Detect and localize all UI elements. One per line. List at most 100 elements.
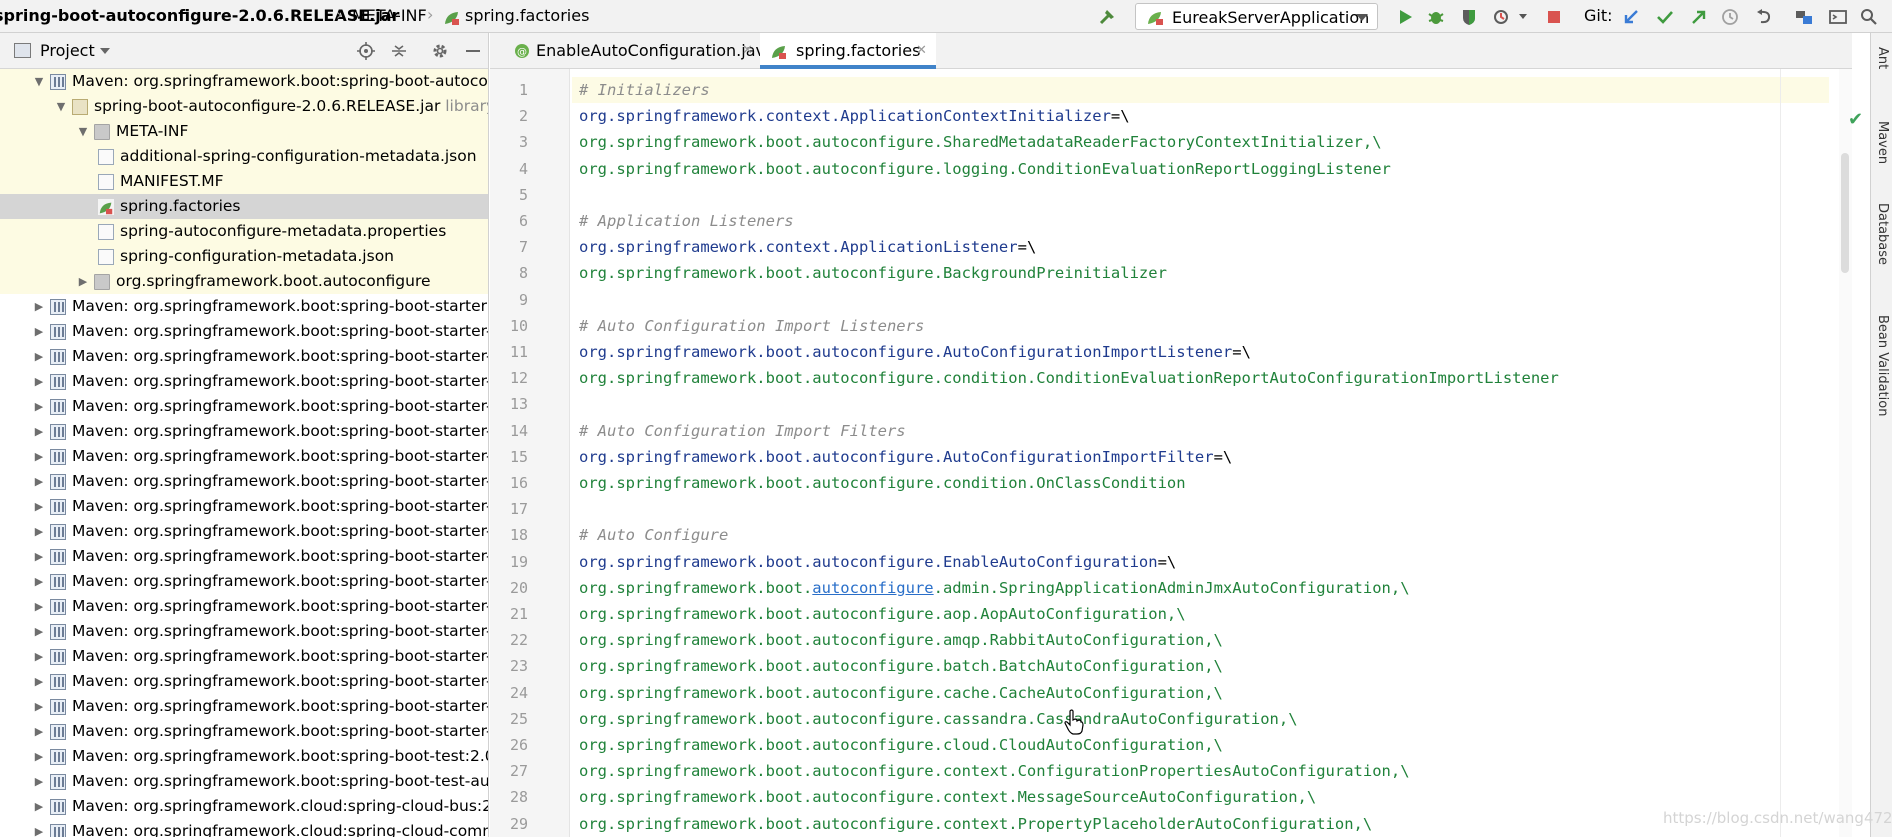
code-line[interactable]: # Initializers — [572, 77, 1829, 103]
tree-item[interactable]: ▶ Maven: org.springframework.cloud:spring… — [0, 819, 488, 837]
code-line[interactable]: org.springframework.boot.autoconfigure.E… — [579, 549, 1176, 575]
tree-item[interactable]: ▶ Maven: org.springframework.boot:spring-… — [0, 644, 488, 669]
git-update-icon[interactable] — [1622, 8, 1640, 26]
git-push-icon[interactable] — [1690, 8, 1708, 26]
collapsed-chevron-icon[interactable]: ▶ — [32, 644, 46, 669]
history-icon[interactable] — [1721, 8, 1739, 26]
code-line[interactable]: org.springframework.boot.autoconfigure.a… — [579, 601, 1186, 627]
code-line[interactable]: org.springframework.boot.autoconfigure.c… — [579, 470, 1186, 496]
breadcrumb-file[interactable]: spring.factories — [465, 6, 589, 25]
tool-tab-maven[interactable]: Maven — [1871, 121, 1892, 164]
build-hammer-icon[interactable] — [1098, 8, 1116, 26]
run-icon[interactable] — [1396, 8, 1414, 26]
collapsed-chevron-icon[interactable]: ▶ — [76, 269, 90, 294]
tree-item[interactable]: ▶ Maven: org.springframework.boot:spring-… — [0, 319, 488, 344]
collapsed-chevron-icon[interactable]: ▶ — [32, 569, 46, 594]
git-commit-icon[interactable] — [1656, 8, 1674, 26]
chevron-down-icon[interactable] — [1518, 13, 1528, 21]
collapsed-chevron-icon[interactable]: ▶ — [32, 444, 46, 469]
tree-item[interactable]: spring-autoconfigure-metadata.properties — [0, 219, 488, 244]
tree-item[interactable]: ▶ org.springframework.boot.autoconfigure — [0, 269, 488, 294]
tree-item[interactable]: ▶ Maven: org.springframework.boot:spring-… — [0, 544, 488, 569]
hide-panel-icon[interactable] — [464, 42, 482, 60]
project-view-selector[interactable]: Project — [40, 41, 95, 60]
debug-icon[interactable] — [1427, 8, 1445, 26]
profile-icon[interactable] — [1493, 8, 1511, 26]
code-line[interactable]: org.springframework.boot.autoconfigure.c… — [579, 732, 1223, 758]
expanded-chevron-icon[interactable]: ▼ — [32, 69, 46, 94]
tree-item[interactable]: ▶ Maven: org.springframework.boot:spring-… — [0, 594, 488, 619]
tree-item[interactable]: ▶ Maven: org.springframework.boot:spring-… — [0, 694, 488, 719]
rollback-icon[interactable] — [1755, 8, 1773, 26]
tree-item[interactable]: ▶ Maven: org.springframework.boot:spring-… — [0, 569, 488, 594]
collapsed-chevron-icon[interactable]: ▶ — [32, 819, 46, 837]
collapsed-chevron-icon[interactable]: ▶ — [32, 669, 46, 694]
code-line[interactable]: org.springframework.boot.autoconfigure.c… — [579, 706, 1298, 732]
tree-item[interactable]: ▶ Maven: org.springframework.boot:spring-… — [0, 769, 488, 794]
close-icon[interactable]: ✕ — [742, 33, 753, 69]
tree-item[interactable]: ▶ Maven: org.springframework.boot:spring-… — [0, 419, 488, 444]
search-everywhere-icon[interactable] — [1860, 8, 1878, 26]
code-line[interactable]: org.springframework.boot.autoconfigure.B… — [579, 260, 1167, 286]
tree-item[interactable]: ▶ Maven: org.springframework.cloud:spring… — [0, 794, 488, 819]
tree-item[interactable]: ▶ Maven: org.springframework.boot:spring-… — [0, 519, 488, 544]
coverage-icon[interactable] — [1460, 8, 1478, 26]
project-structure-icon[interactable] — [1795, 8, 1813, 26]
collapsed-chevron-icon[interactable]: ▶ — [32, 769, 46, 794]
tree-item[interactable]: MANIFEST.MF — [0, 169, 488, 194]
chevron-down-icon[interactable] — [99, 47, 111, 56]
code-line[interactable]: org.springframework.boot.autoconfigure.c… — [579, 758, 1410, 784]
code-line[interactable]: org.springframework.boot.autoconfigure.b… — [579, 653, 1223, 679]
code-line[interactable]: org.springframework.boot.autoconfigure.A… — [579, 444, 1232, 470]
collapsed-chevron-icon[interactable]: ▶ — [32, 694, 46, 719]
tree-item[interactable]: ▼ spring-boot-autoconfigure-2.0.6.RELEASE… — [0, 94, 488, 119]
tree-item-selected[interactable]: spring.factories — [0, 194, 488, 219]
code-line[interactable]: org.springframework.boot.autoconfigure.l… — [579, 156, 1391, 182]
expanded-chevron-icon[interactable]: ▼ — [54, 94, 68, 119]
expanded-chevron-icon[interactable]: ▼ — [76, 119, 90, 144]
collapsed-chevron-icon[interactable]: ▶ — [32, 369, 46, 394]
code-line[interactable]: org.springframework.boot.autoconfigure.S… — [579, 129, 1382, 155]
collapsed-chevron-icon[interactable]: ▶ — [32, 294, 46, 319]
code-line[interactable]: # Application Listeners — [579, 208, 794, 234]
collapsed-chevron-icon[interactable]: ▶ — [32, 469, 46, 494]
code-line[interactable]: # Auto Configuration Import Filters — [579, 418, 906, 444]
tree-item[interactable]: ▶ Maven: org.springframework.boot:spring-… — [0, 469, 488, 494]
code-line[interactable]: org.springframework.boot.autoconfigure.c… — [579, 680, 1223, 706]
collapsed-chevron-icon[interactable]: ▶ — [32, 544, 46, 569]
scrollbar-thumb[interactable] — [1841, 153, 1849, 273]
collapsed-chevron-icon[interactable]: ▶ — [32, 744, 46, 769]
tree-item[interactable]: ▶ Maven: org.springframework.boot:spring-… — [0, 494, 488, 519]
tab-enable-auto-configuration[interactable]: @ EnableAutoConfiguration.java ✕ — [500, 33, 775, 69]
stop-icon[interactable] — [1545, 8, 1563, 26]
tree-item[interactable]: spring-configuration-metadata.json — [0, 244, 488, 269]
code-line[interactable]: # Auto Configuration Import Listeners — [579, 313, 924, 339]
tab-spring-factories[interactable]: spring.factories ✕ — [760, 33, 936, 69]
tool-tab-bean-validation[interactable]: Bean Validation — [1871, 315, 1892, 416]
terminal-window-icon[interactable] — [1829, 8, 1847, 26]
collapsed-chevron-icon[interactable]: ▶ — [32, 719, 46, 744]
gear-icon[interactable] — [431, 42, 449, 60]
tree-item[interactable]: ▼ META-INF — [0, 119, 488, 144]
code-line[interactable]: org.springframework.boot.autoconfigure.A… — [579, 339, 1251, 365]
code-line[interactable]: org.springframework.boot.autoconfigure.a… — [579, 575, 1410, 601]
code-line[interactable]: org.springframework.context.ApplicationL… — [579, 234, 1036, 260]
locate-file-icon[interactable] — [357, 42, 375, 60]
tree-item[interactable]: ▶ Maven: org.springframework.boot:spring-… — [0, 719, 488, 744]
run-configuration-dropdown[interactable]: EureakServerApplication — [1135, 3, 1378, 30]
tree-item[interactable]: ▶ Maven: org.springframework.boot:spring-… — [0, 369, 488, 394]
code-line[interactable]: org.springframework.boot.autoconfigure.a… — [579, 627, 1223, 653]
tool-tab-database[interactable]: Database — [1871, 203, 1892, 265]
collapsed-chevron-icon[interactable]: ▶ — [32, 344, 46, 369]
breadcrumb-folder[interactable]: META-INF — [352, 6, 427, 25]
code-line[interactable]: # Auto Configure — [579, 522, 728, 548]
tree-item[interactable]: ▶ Maven: org.springframework.boot:spring-… — [0, 344, 488, 369]
code-line[interactable]: org.springframework.boot.autoconfigure.c… — [579, 784, 1316, 810]
code-token-link[interactable]: autoconfigure — [812, 579, 933, 597]
tree-item[interactable]: additional-spring-configuration-metadata… — [0, 144, 488, 169]
collapsed-chevron-icon[interactable]: ▶ — [32, 419, 46, 444]
collapsed-chevron-icon[interactable]: ▶ — [32, 519, 46, 544]
collapsed-chevron-icon[interactable]: ▶ — [32, 394, 46, 419]
tree-item[interactable]: ▶ Maven: org.springframework.boot:spring-… — [0, 294, 488, 319]
tree-item[interactable]: ▶ Maven: org.springframework.boot:spring-… — [0, 394, 488, 419]
